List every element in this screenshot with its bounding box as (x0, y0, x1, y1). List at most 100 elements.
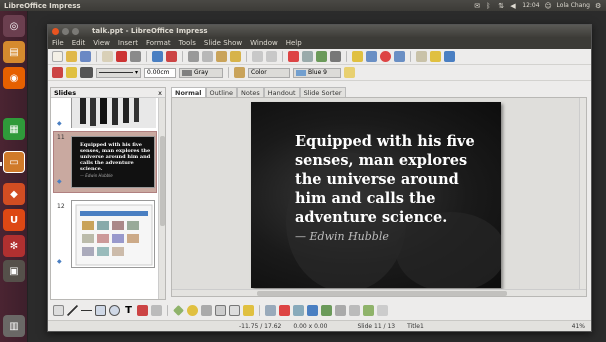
ellipse-tool-icon[interactable] (109, 304, 120, 316)
menu-help[interactable]: Help (286, 39, 302, 47)
files-icon[interactable]: ▤ (3, 41, 25, 63)
tab-notes[interactable]: Notes (237, 87, 264, 97)
movie-icon[interactable] (330, 51, 341, 62)
image-icon[interactable] (316, 51, 327, 62)
menu-tools[interactable]: Tools (179, 39, 196, 47)
menu-insert[interactable]: Insert (118, 39, 138, 47)
area-style-select[interactable]: Color (248, 67, 290, 78)
shadow-icon[interactable] (344, 67, 355, 78)
align-icon[interactable] (349, 304, 360, 316)
line-tool-icon[interactable] (67, 304, 78, 316)
line-color-select[interactable]: Gray (179, 67, 223, 78)
cut-icon[interactable] (188, 51, 199, 62)
undo-icon[interactable] (252, 51, 263, 62)
gallery-tool-icon[interactable] (321, 304, 332, 316)
export-pdf-icon[interactable] (116, 51, 127, 62)
line-arrow-tool-icon[interactable] (81, 304, 92, 316)
extrusion-icon[interactable] (377, 304, 388, 316)
sound-icon[interactable]: ◀ (510, 2, 517, 10)
stars-icon[interactable] (243, 304, 254, 316)
tab-outline[interactable]: Outline (205, 87, 238, 97)
line-style-select[interactable]: ▾ (96, 67, 141, 78)
minimize-window-button[interactable] (62, 27, 69, 35)
display-views-icon[interactable] (430, 51, 441, 62)
network-icon[interactable]: ⇅ (498, 2, 505, 10)
rotate-icon[interactable] (335, 304, 346, 316)
new-icon[interactable] (52, 51, 63, 62)
software-center-icon[interactable]: ◆ (3, 183, 25, 205)
tab-slide-sorter[interactable]: Slide Sorter (299, 87, 346, 97)
firefox-icon[interactable]: ◉ (3, 67, 25, 89)
open-icon[interactable] (66, 51, 77, 62)
menu-file[interactable]: File (52, 39, 64, 47)
slide-thumbnail-12[interactable] (71, 200, 155, 268)
slide-editor[interactable]: Equipped with his five senses, man explo… (171, 97, 587, 297)
redo-icon[interactable] (266, 51, 277, 62)
print-icon[interactable] (130, 51, 141, 62)
text-tool-icon[interactable]: T (123, 305, 134, 316)
tab-handout[interactable]: Handout (263, 87, 300, 97)
workspace-switcher-icon[interactable]: ▣ (3, 260, 25, 282)
glue-points-icon[interactable] (279, 304, 290, 316)
autospell-icon[interactable] (166, 51, 177, 62)
slide-author[interactable]: — Edwin Hubble (295, 230, 389, 243)
basic-shapes-icon[interactable] (173, 304, 184, 316)
clone-icon[interactable] (230, 51, 241, 62)
close-window-button[interactable] (52, 27, 59, 35)
slides-pane-scrollbar[interactable] (158, 98, 165, 299)
window-titlebar[interactable]: talk.ppt - LibreOffice Impress (48, 25, 591, 37)
menu-view[interactable]: View (93, 39, 110, 47)
line-icon[interactable] (66, 67, 77, 78)
slide-quote[interactable]: Equipped with his five senses, man explo… (295, 132, 495, 227)
chart-icon[interactable] (288, 51, 299, 62)
ubuntu-one-icon[interactable]: U (3, 209, 25, 231)
bluetooth-icon[interactable]: ᛒ (486, 2, 493, 10)
scrollbar-thumb[interactable] (257, 291, 507, 296)
styles-icon[interactable] (52, 67, 63, 78)
user-name[interactable]: Lola Chang (557, 2, 590, 9)
maximize-window-button[interactable] (72, 27, 79, 35)
trash-icon[interactable]: ▥ (3, 315, 25, 337)
gallery-icon[interactable] (394, 51, 405, 62)
menu-edit[interactable]: Edit (72, 39, 86, 47)
editor-horizontal-scrollbar[interactable] (172, 289, 586, 296)
settings-icon[interactable]: ✻ (3, 235, 25, 257)
impress-icon[interactable]: ▭ (3, 151, 25, 173)
current-slide[interactable]: Equipped with his five senses, man explo… (251, 102, 501, 288)
user-icon[interactable]: ☺ (545, 2, 552, 10)
tab-normal[interactable]: Normal (171, 87, 206, 97)
points-icon[interactable] (265, 304, 276, 316)
menu-window[interactable]: Window (250, 39, 278, 47)
curve-tool-icon[interactable] (137, 304, 148, 316)
save-icon[interactable] (80, 51, 91, 62)
slide-thumbnail-10[interactable] (71, 98, 156, 128)
fontwork-icon[interactable] (352, 51, 363, 62)
menu-format[interactable]: Format (146, 39, 171, 47)
select-arrow-icon[interactable] (53, 304, 64, 316)
symbol-shapes-icon[interactable] (187, 304, 198, 316)
dash-home-icon[interactable]: ◎ (3, 15, 25, 37)
edit-file-icon[interactable] (102, 51, 113, 62)
fontwork-gallery-icon[interactable] (293, 304, 304, 316)
line-width-field[interactable]: 0.00cm (144, 67, 176, 78)
block-arrows-icon[interactable] (201, 304, 212, 316)
slide-thumbnail-11[interactable]: Equipped with his five senses, man explo… (71, 136, 155, 188)
connector-tool-icon[interactable] (151, 304, 162, 316)
close-pane-button[interactable]: x (158, 89, 162, 97)
power-icon[interactable]: ⚙ (595, 2, 602, 10)
copy-icon[interactable] (202, 51, 213, 62)
area-color-select[interactable]: Blue 9 (293, 67, 341, 78)
menu-slide-show[interactable]: Slide Show (204, 39, 242, 47)
slide-layout-icon[interactable] (416, 51, 427, 62)
calc-icon[interactable]: ▦ (3, 118, 25, 140)
help-icon[interactable] (444, 51, 455, 62)
editor-vertical-scrollbar[interactable] (579, 98, 586, 290)
arrange-icon[interactable] (363, 304, 374, 316)
clock[interactable]: 12:04 (522, 2, 539, 9)
area-icon[interactable] (234, 67, 245, 78)
mail-icon[interactable]: ✉ (474, 2, 481, 10)
flowchart-icon[interactable] (215, 304, 226, 316)
zoom-level[interactable]: 41% (566, 323, 591, 330)
table-icon[interactable] (302, 51, 313, 62)
navigator-icon[interactable] (380, 51, 391, 62)
